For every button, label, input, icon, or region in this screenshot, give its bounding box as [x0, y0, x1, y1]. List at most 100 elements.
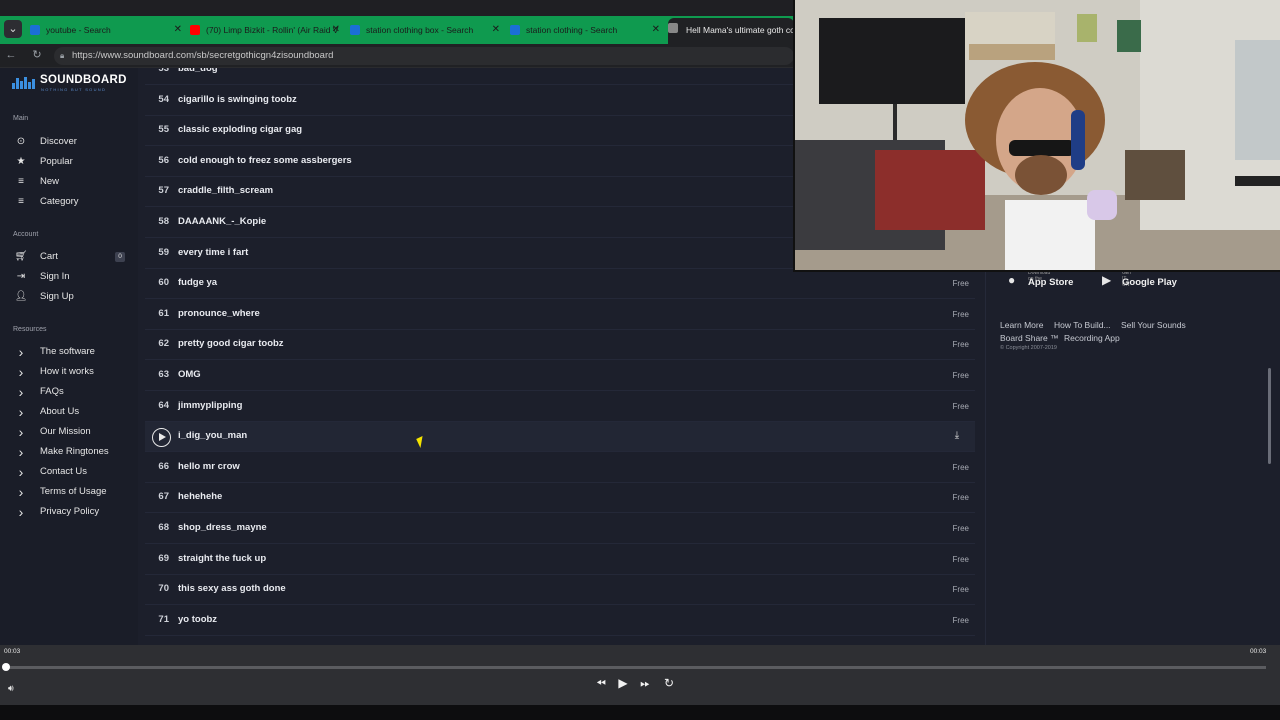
sound-name[interactable]: bad_dog: [178, 68, 218, 74]
chevron-right-icon: ›: [18, 344, 24, 360]
main-heading: Main: [13, 115, 29, 122]
footer-link[interactable]: Sell Your Sounds: [1121, 320, 1186, 330]
sound-row[interactable]: 66 hello mr crow Free: [145, 453, 975, 483]
sound-name[interactable]: every time i fart: [178, 247, 248, 258]
url-field[interactable]: 🔒︎ https://www.soundboard.com/sb/secretg…: [54, 47, 794, 65]
sound-name[interactable]: straight the fuck up: [178, 553, 266, 564]
progress-bar[interactable]: [6, 666, 1266, 669]
browser-tab[interactable]: (70) Limp Bizkit - Rollin' (Air Raid V ✕: [190, 20, 340, 40]
sound-name[interactable]: craddle_filth_scream: [178, 185, 273, 196]
sound-row[interactable]: 70 this sexy ass goth done Free: [145, 575, 975, 606]
sidebar-item-new[interactable]: ≡ New: [0, 173, 138, 191]
sound-name[interactable]: hello mr crow: [178, 461, 240, 472]
sidebar-item-discover[interactable]: ⊙ Discover: [0, 133, 138, 151]
sidebar-item-faqs[interactable]: › FAQs: [0, 383, 138, 401]
browser-tab[interactable]: station clothing box - Search ✕: [350, 20, 500, 40]
sidebar-item-cart[interactable]: 🛒︎ Cart 0: [0, 248, 138, 266]
volume-icon[interactable]: 🔊︎: [8, 683, 20, 695]
sidebar-item-sign-in[interactable]: ⇥ Sign In: [0, 268, 138, 286]
play-circle-icon[interactable]: [152, 428, 171, 448]
sound-name[interactable]: shop_dress_mayne: [178, 522, 267, 533]
page-scrollbar[interactable]: [1268, 368, 1271, 464]
download-icon[interactable]: ⤓: [951, 430, 963, 442]
sound-row[interactable]: 61 pronounce_where Free: [145, 300, 975, 330]
browser-tab[interactable]: Hell Mama's ultimate goth cob: [668, 18, 794, 44]
sound-row[interactable]: 60 fudge ya Free: [145, 269, 975, 300]
sound-name[interactable]: OMG: [178, 369, 201, 380]
sound-name[interactable]: pretty good cigar toobz: [178, 338, 284, 349]
sound-row[interactable]: 71 yo toobz Free: [145, 606, 975, 636]
footer-link[interactable]: Recording App: [1064, 333, 1120, 343]
sound-name[interactable]: yo toobz: [178, 614, 217, 625]
sidebar-item-label: The software: [40, 346, 95, 357]
sound-row[interactable]: 68 shop_dress_mayne Free: [145, 514, 975, 544]
sidebar-item-the-software[interactable]: › The software: [0, 343, 138, 361]
webcam-image: [795, 0, 1280, 270]
footer-link[interactable]: Learn More: [1000, 320, 1043, 330]
footer-link[interactable]: How To Build...: [1054, 320, 1111, 330]
tab-title: (70) Limp Bizkit - Rollin' (Air Raid V: [206, 25, 339, 35]
sound-name[interactable]: this sexy ass goth done: [178, 583, 286, 594]
chevron-right-icon: ›: [18, 484, 24, 500]
sound-row[interactable]: 67 hehehehe Free: [145, 483, 975, 514]
sidebar-item-label: Privacy Policy: [40, 506, 100, 517]
browser-tab[interactable]: youtube - Search ✕: [30, 20, 182, 40]
sidebar-item-label: Discover: [40, 136, 77, 147]
sound-row[interactable]: 64 jimmyplipping Free: [145, 392, 975, 422]
sidebar-item-popular[interactable]: ★ Popular: [0, 153, 138, 171]
bottom-strip: [0, 705, 1280, 720]
sidebar-item-label: Popular: [40, 156, 73, 167]
tab-close-icon[interactable]: ✕: [332, 20, 340, 40]
repeat-icon[interactable]: ↻: [661, 675, 677, 691]
store-name: App Store: [1028, 277, 1074, 288]
sound-row[interactable]: 62 pretty good cigar toobz Free: [145, 330, 975, 361]
sound-row[interactable]: ⤓ i_dig_you_man: [145, 422, 975, 453]
soundboard-logo[interactable]: SOUNDBOARD NOTHING BUT SOUND: [12, 74, 132, 92]
sound-name[interactable]: hehehehe: [178, 491, 222, 502]
resources-heading: Resources: [13, 326, 47, 333]
sound-row[interactable]: 63 OMG Free: [145, 361, 975, 391]
sidebar-item-terms-of-usage[interactable]: › Terms of Usage: [0, 483, 138, 501]
sidebar-item-our-mission[interactable]: › Our Mission: [0, 423, 138, 441]
logo-tagline: NOTHING BUT SOUND: [41, 87, 107, 92]
tab-title: station clothing box - Search: [366, 25, 474, 35]
tab-close-icon[interactable]: ✕: [652, 20, 660, 40]
sidebar-item-sign-up[interactable]: 👤︎ Sign Up: [0, 288, 138, 306]
account-heading: Account: [13, 231, 39, 238]
sidebar-item-how-it-works[interactable]: › How it works: [0, 363, 138, 381]
sound-name[interactable]: classic exploding cigar gag: [178, 124, 302, 135]
sidebar-item-about-us[interactable]: › About Us: [0, 403, 138, 421]
sound-row[interactable]: 69 straight the fuck up Free: [145, 545, 975, 575]
sound-name[interactable]: pronounce_where: [178, 308, 260, 319]
sidebar-item-label: Category: [40, 196, 79, 207]
chevron-right-icon: ›: [18, 444, 24, 460]
sound-name[interactable]: DAAAANK_-_Kopie: [178, 216, 266, 227]
tab-close-icon[interactable]: ✕: [174, 20, 182, 40]
sound-number: 71: [158, 613, 169, 625]
tab-menu-chevron-icon[interactable]: ⌄: [4, 20, 22, 38]
sound-name[interactable]: jimmyplipping: [178, 400, 242, 411]
sidebar-item-contact-us[interactable]: › Contact Us: [0, 463, 138, 481]
sidebar-item-category[interactable]: ≡ Category: [0, 193, 138, 211]
sound-price: Free: [952, 493, 969, 503]
sound-name[interactable]: cigarillo is swinging toobz: [178, 94, 297, 105]
progress-knob[interactable]: [2, 663, 10, 671]
browser-tab[interactable]: station clothing - Search ✕: [510, 20, 660, 40]
url-text: https://www.soundboard.com/sb/secretgoth…: [72, 50, 334, 61]
back-arrow-icon[interactable]: ←: [4, 48, 18, 62]
sidebar-item-label: About Us: [40, 406, 80, 417]
tab-close-icon[interactable]: ✕: [492, 20, 500, 40]
sound-name[interactable]: fudge ya: [178, 277, 217, 288]
sound-name[interactable]: cold enough to freez some assbergers: [178, 155, 352, 166]
play-icon[interactable]: ▶: [615, 675, 631, 691]
sound-number: 58: [158, 216, 169, 227]
fast-forward-icon[interactable]: ⏩︎: [637, 675, 653, 691]
rewind-icon[interactable]: ⏪︎: [593, 675, 609, 691]
compass-icon: ⊙: [16, 136, 26, 147]
sidebar-item-privacy-policy[interactable]: › Privacy Policy: [0, 503, 138, 521]
footer-link[interactable]: Board Share ™: [1000, 333, 1059, 343]
sidebar-item-make-ringtones[interactable]: › Make Ringtones: [0, 443, 138, 461]
reload-icon[interactable]: ↻: [30, 48, 44, 62]
sidebar-item-label: Make Ringtones: [40, 446, 109, 457]
sound-name[interactable]: i_dig_you_man: [178, 430, 247, 441]
